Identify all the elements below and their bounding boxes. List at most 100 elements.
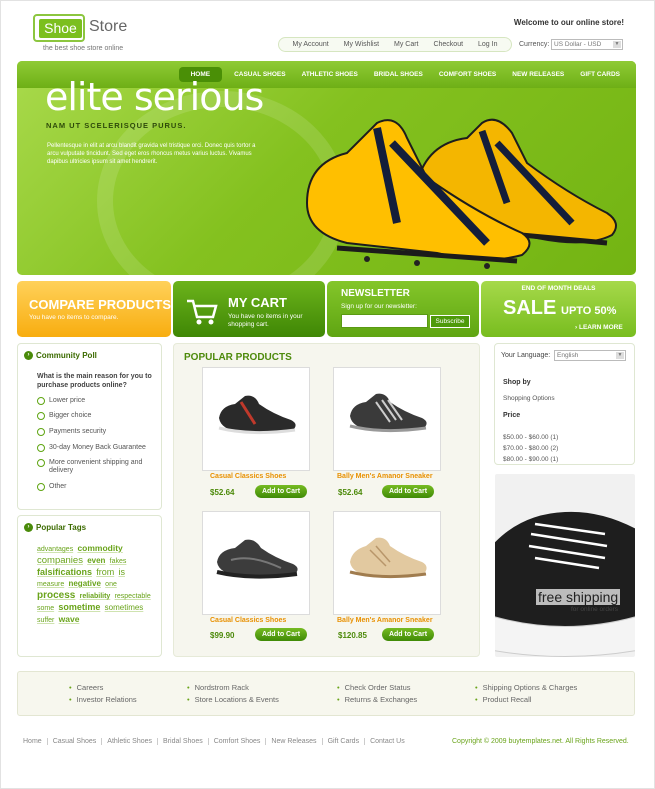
poll-option[interactable]: Payments security [37, 428, 159, 436]
radio-button[interactable] [37, 412, 45, 420]
my-cart-link[interactable]: My Cart [394, 41, 419, 48]
welcome-text: Welcome to our online store! [513, 18, 624, 27]
nav-comfort-shoes[interactable]: COMFORT SHOES [431, 71, 504, 78]
bottom-nav-link[interactable]: Casual Shoes [48, 738, 103, 745]
tag-link[interactable]: from [96, 567, 114, 577]
hero-subtitle: NAM UT SCELERISQUE PURUS. [46, 121, 187, 130]
product-image-frame[interactable] [333, 367, 441, 471]
cart-text: You have no items in your shopping cart. [228, 313, 303, 328]
tag-link[interactable]: advantages [37, 546, 73, 553]
bottom-nav-link[interactable]: Contact Us [365, 738, 410, 745]
radio-button[interactable] [37, 459, 45, 467]
bottom-nav-link[interactable]: Home [23, 738, 48, 745]
tag-link[interactable]: fakes [110, 558, 127, 565]
tag-link[interactable]: commodity [77, 543, 122, 553]
footer-link[interactable]: Returns & Exchanges [337, 695, 418, 704]
footer-link[interactable]: Nordstrom Rack [187, 683, 249, 692]
tag-link[interactable]: respectable [115, 593, 151, 600]
account-links: My Account My Wishlist My Cart Checkout … [278, 37, 512, 52]
poll-question: What is the main reason for you to purch… [37, 373, 152, 389]
poll-title: Community Poll [36, 351, 97, 360]
nav-bridal-shoes[interactable]: BRIDAL SHOES [366, 71, 431, 78]
poll-option[interactable]: Bigger choice [37, 412, 159, 420]
free-shipping-ad[interactable] [495, 474, 635, 657]
logo-text[interactable]: Store [89, 18, 127, 36]
footer-link[interactable]: Careers [69, 683, 104, 692]
product-image-frame[interactable] [333, 511, 441, 615]
tag-link[interactable]: suffer [37, 617, 54, 624]
tag-link[interactable]: companies [37, 555, 83, 566]
tag-link[interactable]: some [37, 605, 54, 612]
product-image-frame[interactable] [202, 511, 310, 615]
copyright: Copyright © 2009 buytemplates.net. All R… [452, 738, 629, 745]
tag-link[interactable]: falsifications [37, 567, 92, 577]
login-link[interactable]: Log In [478, 41, 497, 48]
bottom-nav-link[interactable]: Comfort Shoes [209, 738, 267, 745]
newsletter-email-input[interactable] [341, 314, 428, 328]
hero-shoes-image [305, 118, 617, 269]
price-filter-link[interactable]: $50.00 - $60.00 (1) [503, 432, 558, 443]
footer-link[interactable]: Check Order Status [337, 683, 411, 692]
tag-link[interactable]: sometimes [105, 603, 144, 612]
currency-label: Currency: [519, 41, 550, 48]
add-to-cart-button[interactable]: Add to Cart [255, 628, 307, 641]
footer-link[interactable]: Product Recall [475, 695, 532, 704]
nav-new-releases[interactable]: NEW RELEASES [504, 71, 572, 78]
tag-link[interactable]: wave [59, 614, 80, 624]
tag-link[interactable]: measure [37, 581, 64, 588]
bottom-nav-link[interactable]: Athletic Shoes [102, 738, 159, 745]
shop-by-heading: Shop by [503, 379, 531, 386]
popular-products-title: POPULAR PRODUCTS [184, 352, 292, 363]
currency-select[interactable]: US Dollar - USD ▼ [551, 39, 623, 50]
product-name[interactable]: Bally Men's Amanor Sneaker [337, 617, 477, 624]
poll-option[interactable]: Lower price [37, 397, 159, 405]
add-to-cart-button[interactable]: Add to Cart [255, 485, 307, 498]
poll-option[interactable]: 30-day Money Back Guarantee [37, 444, 159, 452]
my-account-link[interactable]: My Account [292, 41, 328, 48]
my-wishlist-link[interactable]: My Wishlist [344, 41, 379, 48]
tag-link[interactable]: is [118, 567, 125, 577]
price-filter-link[interactable]: $80.00 - $90.00 (1) [503, 454, 558, 465]
learn-more-link[interactable]: › LEARN MORE [575, 324, 623, 331]
learn-more-label: LEARN MORE [578, 324, 623, 331]
language-label: Your Language: [501, 352, 551, 359]
bottom-nav-link[interactable]: Bridal Shoes [158, 738, 209, 745]
radio-button[interactable] [37, 397, 45, 405]
tag-link[interactable]: reliability [80, 593, 111, 600]
footer-link[interactable]: Store Locations & Events [187, 695, 279, 704]
footer-link[interactable]: Investor Relations [69, 695, 137, 704]
radio-button[interactable] [37, 483, 45, 491]
radio-button[interactable] [37, 428, 45, 436]
tag-link[interactable]: one [105, 581, 117, 588]
add-to-cart-button[interactable]: Add to Cart [382, 485, 434, 498]
tag-link[interactable]: sometime [58, 602, 100, 612]
newsletter-label: Sign up for our newsletter: [341, 303, 417, 310]
poll-option[interactable]: More convenient shipping and delivery [37, 459, 159, 475]
product-name[interactable]: Casual Classics Shoes [210, 473, 350, 480]
subscribe-button[interactable]: Subscribe [430, 315, 470, 328]
product-name[interactable]: Casual Classics Shoes [210, 617, 350, 624]
free-shipping-title: free shipping [536, 589, 621, 605]
price-filter-list: $50.00 - $60.00 (1) $70.00 - $80.00 (2) … [503, 432, 558, 465]
tag-link[interactable]: negative [68, 579, 100, 588]
nav-gift-cards[interactable]: GIFT CARDS [572, 71, 628, 78]
poll-option[interactable]: Other [37, 483, 159, 491]
tag-link[interactable]: process [37, 590, 75, 601]
product-image-frame[interactable] [202, 367, 310, 471]
checkout-link[interactable]: Checkout [433, 41, 463, 48]
tag-link[interactable]: even [87, 556, 105, 565]
add-to-cart-button[interactable]: Add to Cart [382, 628, 434, 641]
sale-title: SALE [503, 297, 557, 319]
product-image [218, 395, 296, 435]
price-filter-link[interactable]: $70.00 - $80.00 (2) [503, 443, 558, 454]
bottom-nav-link[interactable]: Gift Cards [323, 738, 366, 745]
footer-link[interactable]: Shipping Options & Charges [475, 683, 578, 692]
radio-button[interactable] [37, 444, 45, 452]
bottom-nav-link[interactable]: New Releases [266, 738, 323, 745]
nav-athletic-shoes[interactable]: ATHLETIC SHOES [294, 71, 366, 78]
chevron-down-icon: ▼ [616, 352, 624, 359]
logo[interactable]: Shoe [33, 14, 85, 42]
product-name[interactable]: Bally Men's Amanor Sneaker [337, 473, 477, 480]
language-select[interactable]: English ▼ [554, 350, 626, 361]
poll-option-label: Bigger choice [49, 412, 92, 419]
